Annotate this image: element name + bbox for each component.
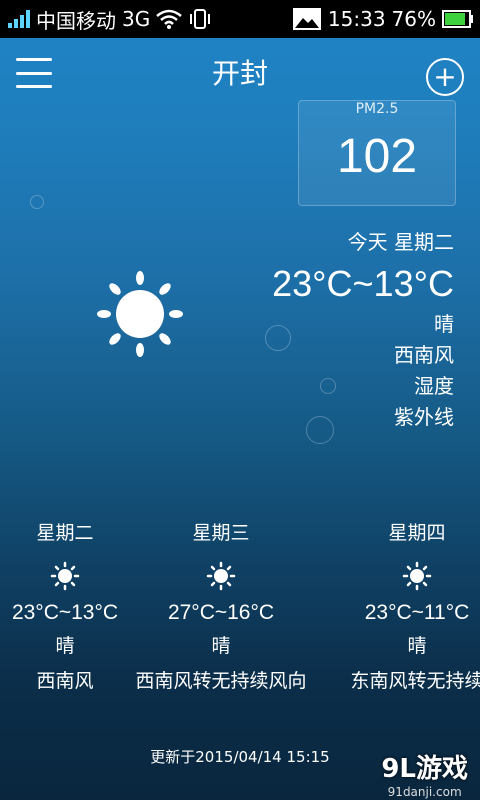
forecast-day[interactable]: 星期二 23°C~13°C 晴 西南风	[0, 518, 140, 693]
top-bar: 开封 +	[0, 38, 480, 108]
city-title[interactable]: 开封	[0, 52, 480, 92]
pm25-value: 102	[336, 130, 418, 183]
forecast-day[interactable]: 星期三 27°C~16°C 晴 西南风转无持续风向	[126, 518, 316, 693]
forecast-wind: 西南风	[36, 670, 94, 692]
forecast-temperature: 23°C~13°C	[11, 601, 119, 624]
wifi-icon	[156, 9, 183, 29]
today-temperature: 23°C~13°C	[272, 263, 454, 304]
forecast-temperature: 23°C~11°C	[364, 601, 470, 624]
status-bar: 中国移动 3G 15:33 76%	[0, 0, 480, 38]
background-bubble	[30, 195, 44, 209]
forecast-wind: 西南风转无持续风向	[135, 670, 307, 692]
today-uv-label: 紫外线	[394, 405, 454, 429]
sun-icon	[50, 561, 80, 591]
today-day: 今天 星期二	[347, 230, 454, 254]
sun-icon	[206, 561, 236, 591]
pm25-label: PM2.5	[355, 101, 399, 117]
today-humidity-label: 湿度	[414, 374, 454, 398]
forecast-strip: 星期二 23°C~13°C 晴 西南风 星期三 27°C~16°C 晴 西南风转…	[0, 518, 480, 718]
image-notification-icon	[292, 8, 321, 30]
add-city-button[interactable]: +	[426, 58, 464, 96]
battery-icon	[442, 10, 473, 28]
today-panel: 今天 星期二 23°C~13°C 晴 西南风 湿度 紫外线	[272, 226, 454, 433]
forecast-day-name: 星期四	[388, 522, 446, 544]
sun-icon	[402, 561, 432, 591]
forecast-wind: 东南风转无持续	[350, 670, 480, 692]
forecast-condition: 晴	[211, 635, 231, 657]
signal-strength-icon	[8, 10, 30, 28]
today-wind: 西南风	[394, 343, 454, 367]
clock: 15:33	[327, 7, 386, 31]
vibrate-icon	[190, 9, 211, 29]
watermark-main: 9L游戏	[381, 754, 468, 784]
network-type: 3G	[122, 7, 151, 31]
today-condition: 晴	[434, 312, 454, 336]
carrier-name: 中国移动	[36, 8, 116, 33]
pm25-card[interactable]: PM2.5 102	[298, 100, 456, 206]
forecast-day[interactable]: 星期四 23°C~11°C 晴 东南风转无持续	[322, 518, 480, 693]
forecast-condition: 晴	[407, 635, 427, 657]
sun-icon	[97, 271, 183, 357]
watermark-sub: 91danji.com	[387, 785, 462, 799]
battery-percent: 76%	[391, 7, 436, 31]
watermark-logo: 9L游戏 91danji.com	[381, 748, 468, 799]
forecast-day-name: 星期二	[36, 522, 94, 544]
forecast-temperature: 27°C~16°C	[167, 601, 275, 624]
forecast-condition: 晴	[55, 635, 75, 657]
forecast-day-name: 星期三	[192, 522, 250, 544]
